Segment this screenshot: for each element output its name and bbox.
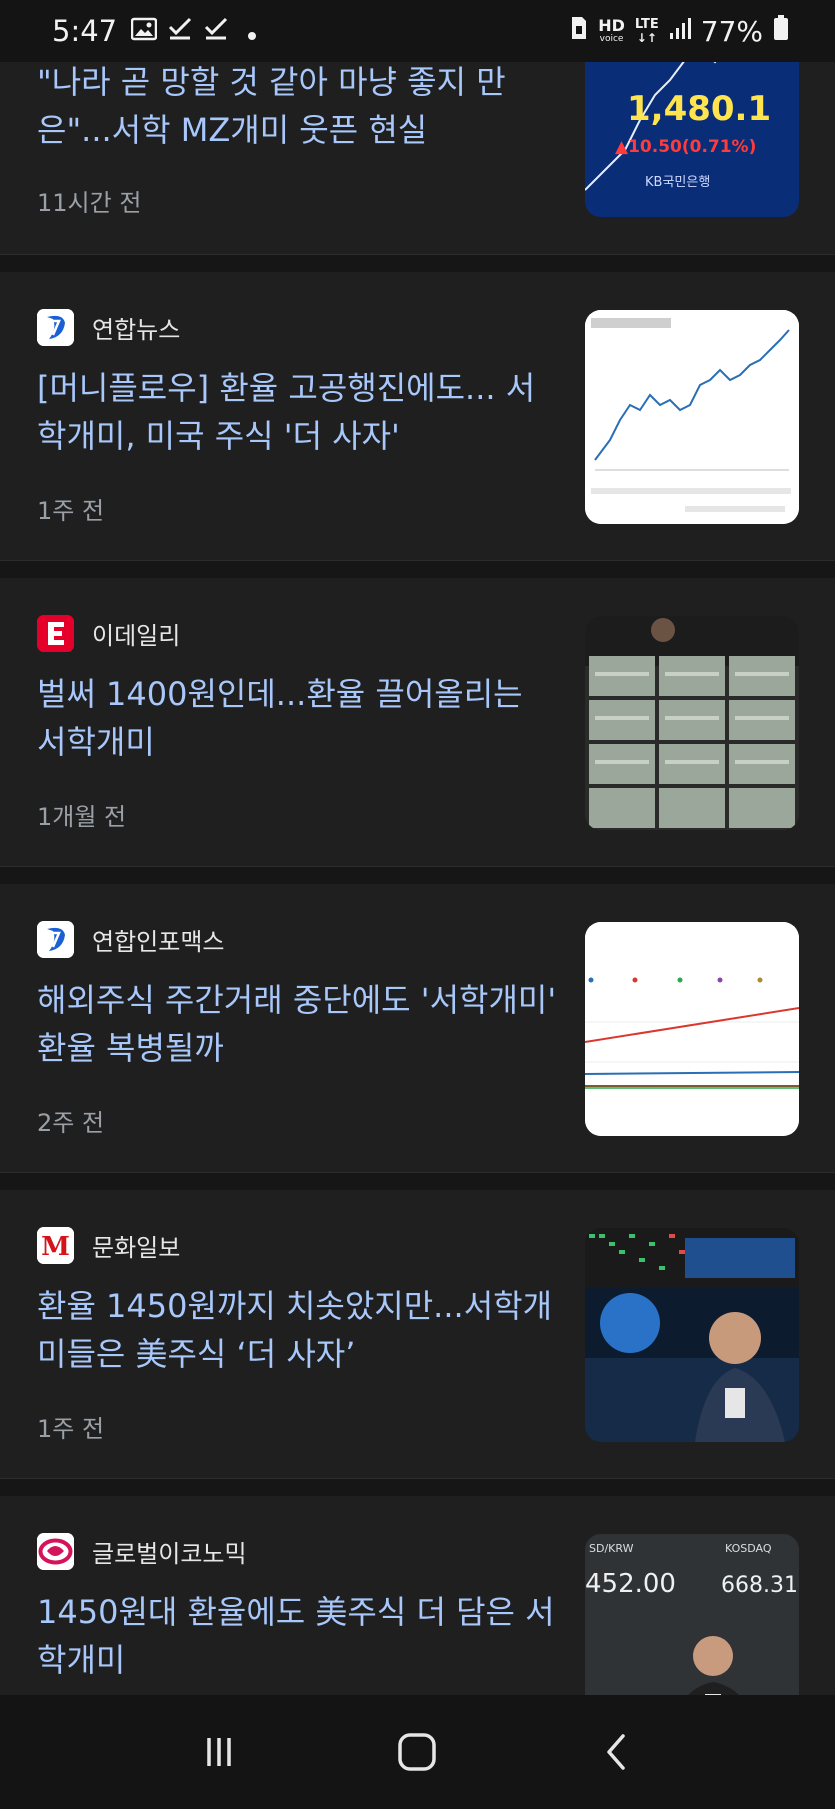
navigation-bar	[0, 1695, 835, 1809]
time-ago: 1주 전	[37, 497, 105, 525]
dot-icon	[247, 14, 257, 48]
yonhap-logo-icon	[37, 309, 74, 346]
time-ago: 2주 전	[37, 1109, 105, 1137]
munhwa-logo-icon: M	[37, 1227, 74, 1264]
lte-indicator: LTE ↓↑	[634, 17, 659, 45]
home-icon[interactable]	[387, 1722, 447, 1782]
infomax-logo-icon	[37, 921, 74, 958]
headline[interactable]: 벌써 1400원인데...환율 끌어올리는 서학개미	[37, 670, 557, 766]
time-ago: 11시간 전	[37, 189, 142, 217]
source-name: 이데일리	[92, 622, 181, 650]
headline[interactable]: 환율 1450원까지 치솟았지만...서학개미들은 美주식 ‘더 사자’	[37, 1282, 557, 1378]
time-ago: 1개월 전	[37, 803, 127, 831]
sim-icon	[570, 14, 588, 48]
svg-text:668.31: 668.31	[721, 1573, 798, 1598]
svg-text:▲10.50(0.71%): ▲10.50(0.71%)	[615, 137, 756, 157]
news-feed[interactable]: "나라 곧 망할 것 같아 마냥 좋지 만은"...서학 MZ개미 웃픈 현실 …	[0, 0, 835, 1695]
gallery-icon	[130, 14, 158, 48]
headline[interactable]: 1450원대 환율에도 美주식 더 담은 서학개미	[37, 1588, 557, 1684]
svg-text:KB국민은행: KB국민은행	[645, 174, 710, 190]
status-time: 5:47	[52, 14, 118, 48]
source-name: 글로벌이코노믹	[92, 1540, 247, 1568]
svg-text:M: M	[41, 1232, 70, 1262]
news-card[interactable]: 글로벌이코노믹 1450원대 환율에도 美주식 더 담은 서학개미 SD/KRW…	[0, 1496, 835, 1695]
recent-apps-icon[interactable]	[189, 1722, 249, 1782]
check-icon	[203, 14, 229, 48]
source-name: 연합인포맥스	[92, 928, 225, 956]
time-ago: 1주 전	[37, 1415, 105, 1443]
battery-icon	[773, 14, 789, 48]
headline[interactable]: "나라 곧 망할 것 같아 마냥 좋지 만은"...서학 MZ개미 웃픈 현실	[37, 58, 557, 154]
news-card[interactable]: M 문화일보 환율 1450원까지 치솟았지만...서학개미들은 美주식 ‘더 …	[0, 1190, 835, 1479]
svg-text:452.00: 452.00	[585, 1569, 676, 1599]
svg-text:1,480.1: 1,480.1	[627, 89, 771, 129]
back-icon[interactable]	[586, 1722, 646, 1782]
news-card[interactable]: 이데일리 벌써 1400원인데...환율 끌어올리는 서학개미 1개월 전	[0, 578, 835, 867]
svg-text:SD/KRW: SD/KRW	[589, 1542, 634, 1555]
article-thumbnail[interactable]	[585, 922, 799, 1136]
status-bar: 5:47 HD voice LTE ↓↑ 77%	[0, 0, 835, 62]
headline[interactable]: 해외주식 주간거래 중단에도 '서학개미' 환율 복병될까	[37, 976, 557, 1072]
signal-icon	[669, 14, 691, 48]
check-icon	[167, 14, 193, 48]
article-thumbnail[interactable]	[585, 1228, 799, 1442]
article-thumbnail[interactable]: SD/KRW KOSDAQ 452.00 668.31	[585, 1534, 799, 1695]
battery-percent: 77%	[700, 14, 763, 48]
svg-text:KOSDAQ: KOSDAQ	[725, 1542, 772, 1555]
news-card[interactable]: 연합인포맥스 해외주식 주간거래 중단에도 '서학개미' 환율 복병될까 2주 …	[0, 884, 835, 1173]
article-thumbnail[interactable]	[585, 616, 799, 830]
edaily-logo-icon	[37, 615, 74, 652]
source-name: 문화일보	[92, 1234, 181, 1262]
globaleconomic-logo-icon	[37, 1533, 74, 1570]
headline[interactable]: [머니플로우] 환율 고공행진에도... 서학개미, 미국 주식 '더 사자'	[37, 364, 557, 460]
article-thumbnail[interactable]	[585, 310, 799, 524]
hd-voice-indicator: HD voice	[598, 16, 625, 45]
source-name: 연합뉴스	[92, 316, 181, 344]
news-card[interactable]: 연합뉴스 [머니플로우] 환율 고공행진에도... 서학개미, 미국 주식 '더…	[0, 272, 835, 561]
